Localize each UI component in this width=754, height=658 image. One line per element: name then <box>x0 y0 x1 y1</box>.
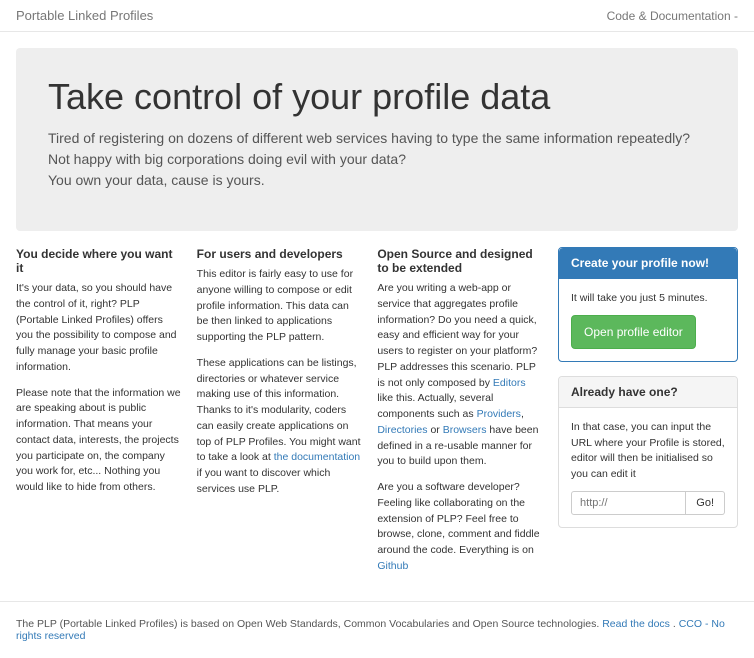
docs-link[interactable]: Code & Documentation - <box>607 9 738 23</box>
col2-p2: These applications can be listings, dire… <box>197 356 362 498</box>
github-link[interactable]: Github <box>377 560 408 572</box>
brand-link[interactable]: Portable Linked Profiles <box>16 8 153 23</box>
footer-text: The PLP (Portable Linked Profiles) is ba… <box>16 618 602 630</box>
col-users-devs: For users and developers This editor is … <box>197 247 362 585</box>
col-open-source: Open Source and designed to be extended … <box>377 247 542 585</box>
docs-link-label: Code & Documentation <box>607 9 731 23</box>
panel-have-body: In that case, you can input the URL wher… <box>571 421 725 480</box>
panel-have-title: Already have one? <box>559 377 737 408</box>
col2-heading: For users and developers <box>197 247 362 261</box>
navbar: Portable Linked Profiles Code & Document… <box>0 0 754 32</box>
hero-line2: Not happy with big corporations doing ev… <box>48 149 706 170</box>
col1-p1: It's your data, so you should have the c… <box>16 281 181 376</box>
url-input-group: Go! <box>571 491 725 515</box>
open-profile-editor-button[interactable]: Open profile editor <box>571 315 696 349</box>
editors-link[interactable]: Editors <box>493 377 526 389</box>
col1-heading: You decide where you want it <box>16 247 181 275</box>
footer: The PLP (Portable Linked Profiles) is ba… <box>0 601 754 658</box>
hero-title: Take control of your profile data <box>48 76 706 118</box>
go-button[interactable]: Go! <box>686 491 725 515</box>
profile-url-input[interactable] <box>571 491 686 515</box>
hero-line3: You own your data, cause is yours. <box>48 170 706 191</box>
col1-p2: Please note that the information we are … <box>16 386 181 496</box>
directories-link[interactable]: Directories <box>377 424 427 436</box>
content-row: You decide where you want it It's your d… <box>16 247 738 585</box>
col3-heading: Open Source and designed to be extended <box>377 247 542 275</box>
col3-p2: Are you a software developer? Feeling li… <box>377 480 542 575</box>
panel-already-have: Already have one? In that case, you can … <box>558 376 738 528</box>
col-you-decide: You decide where you want it It's your d… <box>16 247 181 585</box>
col3-p1: Are you writing a web-app or service tha… <box>377 281 542 470</box>
col2-p1: This editor is fairly easy to use for an… <box>197 267 362 346</box>
hero: Take control of your profile data Tired … <box>16 48 738 231</box>
panel-create-body: It will take you just 5 minutes. <box>571 292 708 304</box>
read-docs-link[interactable]: Read the docs <box>602 618 670 630</box>
panel-create-title: Create your profile now! <box>559 248 737 279</box>
providers-link[interactable]: Providers <box>477 408 521 420</box>
panel-create-profile: Create your profile now! It will take yo… <box>558 247 738 362</box>
hero-line1: Tired of registering on dozens of differ… <box>48 128 706 149</box>
side-column: Create your profile now! It will take yo… <box>558 247 738 585</box>
caret-icon: - <box>734 9 738 23</box>
browsers-link[interactable]: Browsers <box>443 424 487 436</box>
documentation-link[interactable]: the documentation <box>274 451 360 463</box>
